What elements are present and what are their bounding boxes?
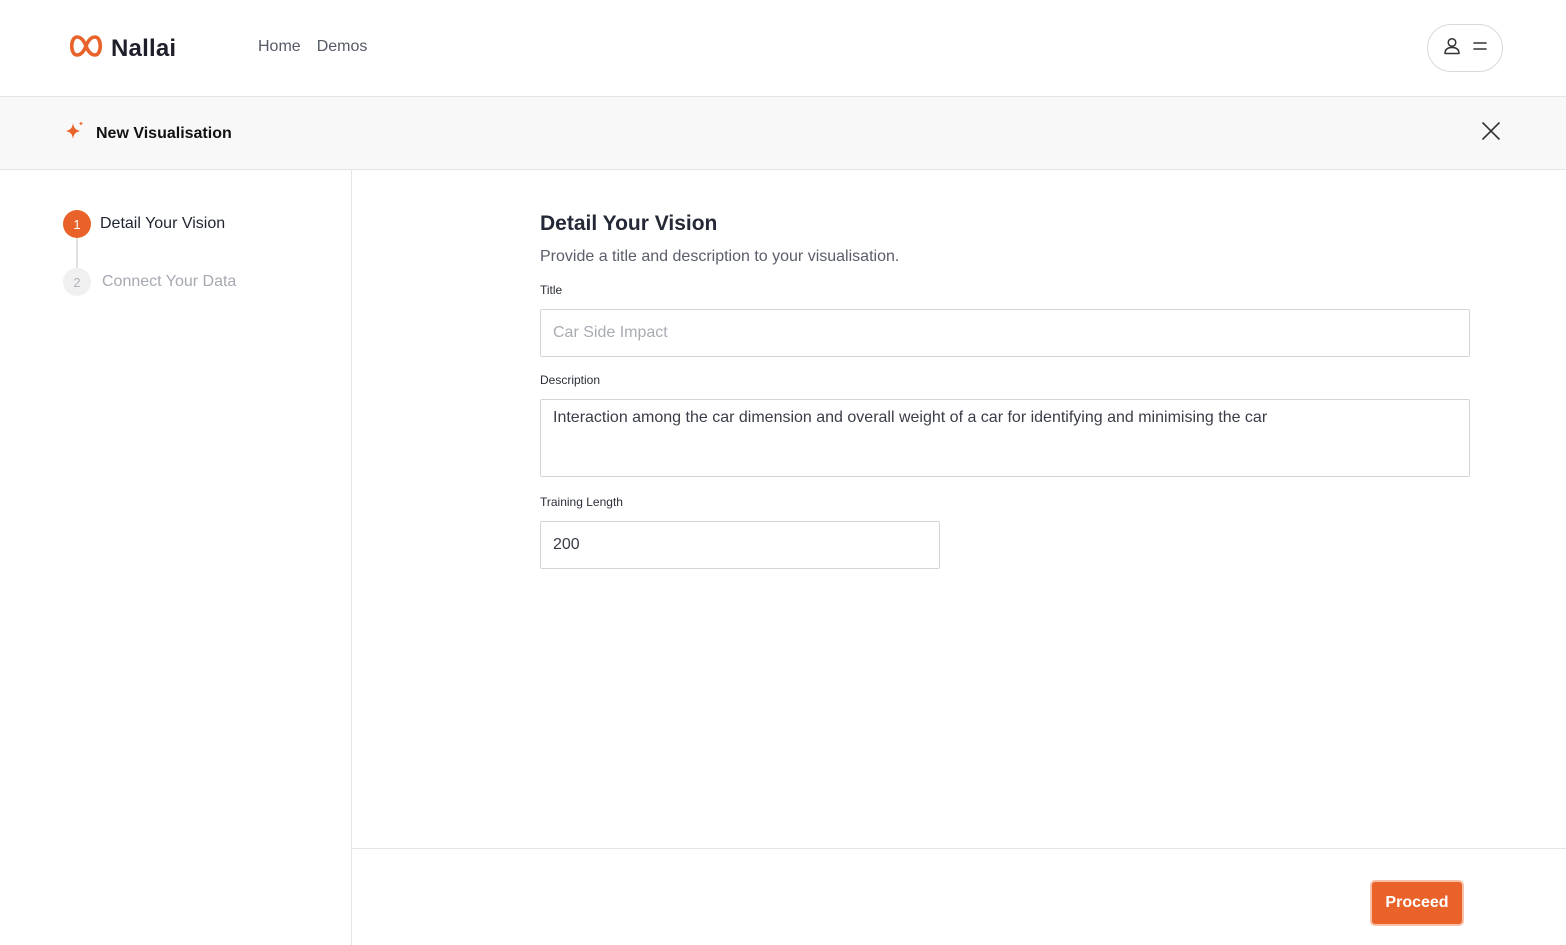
- menu-icon: [1472, 39, 1488, 57]
- nav-demos-link[interactable]: Demos: [317, 38, 368, 56]
- stepper-sidebar: 1 Detail Your Vision 2 Connect Your Data: [0, 170, 352, 945]
- step-connector: [76, 238, 78, 268]
- training-length-input[interactable]: [540, 521, 940, 569]
- training-length-label: Training Length: [540, 495, 623, 509]
- user-icon: [1442, 36, 1462, 61]
- form-subtitle: Provide a title and description to your …: [540, 248, 900, 265]
- main-nav: Home Demos: [258, 38, 367, 56]
- step-detail-your-vision[interactable]: 1 Detail Your Vision: [63, 210, 225, 238]
- top-navbar: Nallai Home Demos: [0, 0, 1566, 97]
- title-input[interactable]: [540, 309, 1470, 357]
- step-connect-your-data[interactable]: 2 Connect Your Data: [63, 268, 236, 296]
- form-heading: Detail Your Vision: [540, 212, 718, 235]
- description-label: Description: [540, 373, 601, 387]
- modal-title-group: New Visualisation: [64, 120, 232, 147]
- title-label: Title: [540, 283, 563, 297]
- step-label: Detail Your Vision: [100, 215, 226, 232]
- modal-header: New Visualisation: [0, 97, 1566, 170]
- close-button[interactable]: [1479, 121, 1503, 145]
- description-textarea[interactable]: Interaction among the car dimension and …: [540, 399, 1470, 477]
- step-number: 2: [63, 268, 91, 296]
- form-panel: Detail Your Vision Provide a title and d…: [352, 170, 1566, 848]
- step-number: 1: [63, 210, 91, 238]
- brand-logo[interactable]: Nallai: [67, 33, 176, 64]
- proceed-button[interactable]: Proceed: [1370, 880, 1464, 926]
- user-menu-button[interactable]: [1427, 24, 1503, 72]
- step-label: Connect Your Data: [102, 273, 237, 290]
- close-icon: [1481, 121, 1501, 146]
- modal-title: New Visualisation: [96, 124, 232, 142]
- brand-name: Nallai: [111, 34, 177, 62]
- infinity-logo-icon: [67, 33, 105, 64]
- sparkle-icon: [64, 120, 86, 147]
- nav-home-link[interactable]: Home: [258, 38, 301, 56]
- form-footer: Proceed: [352, 848, 1566, 945]
